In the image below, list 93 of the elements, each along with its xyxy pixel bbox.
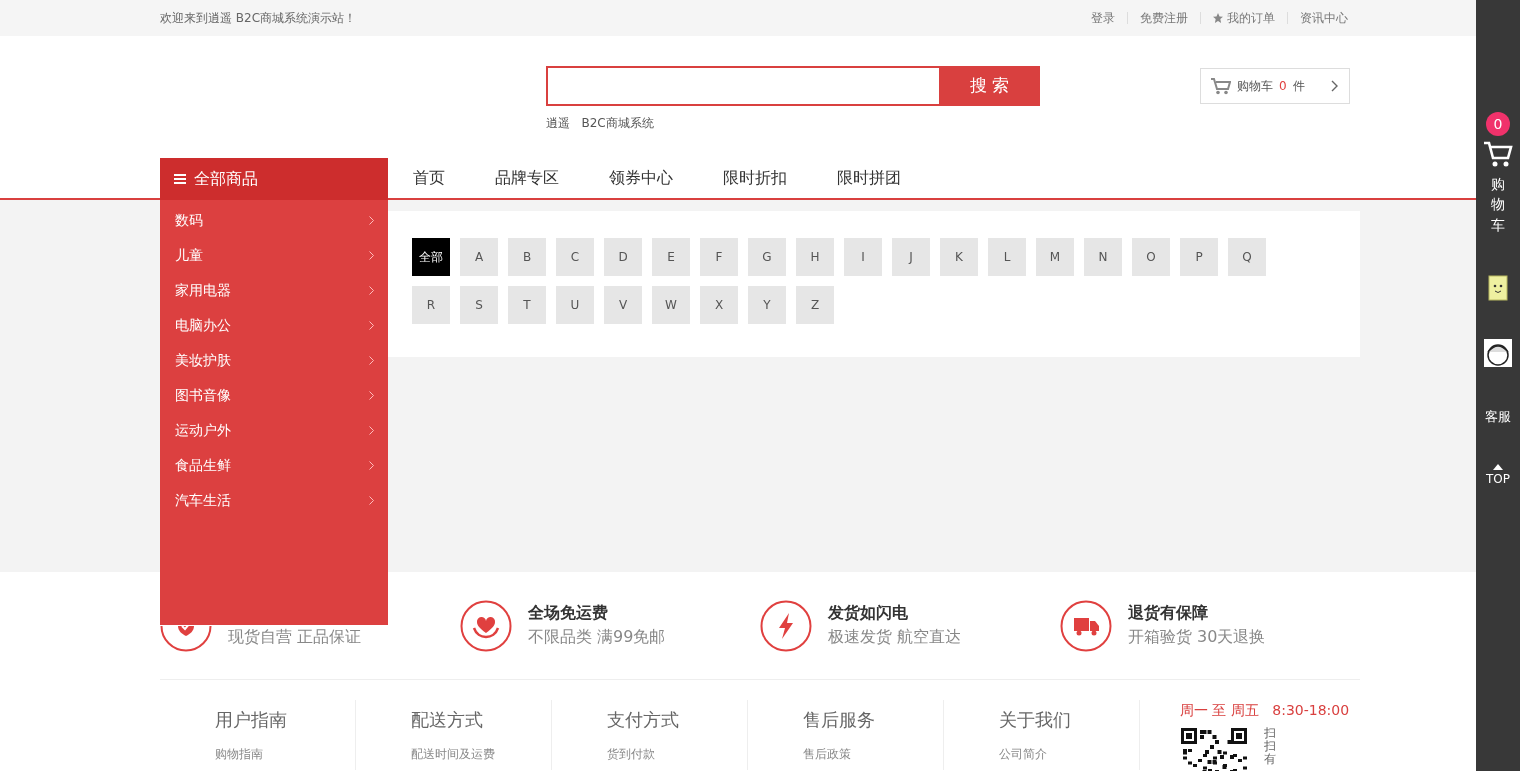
footer-heading: 关于我们 [999, 708, 1072, 732]
nav-link[interactable]: 领券中心 [609, 158, 673, 198]
truck-icon [1060, 599, 1112, 652]
footer-link[interactable]: 售后政策 [803, 745, 943, 763]
category-item[interactable]: 数码 [160, 203, 388, 238]
feature-subtitle: 现货自营 正品保证 [228, 625, 362, 648]
chevron-icon [369, 251, 374, 260]
heart-hands-icon [460, 599, 512, 652]
letter-filter-button[interactable]: B [508, 238, 546, 276]
category-item[interactable]: 食品生鲜 [160, 448, 388, 483]
footer-link[interactable]: 货到付款 [607, 745, 747, 763]
letter-filter-button[interactable]: X [700, 286, 738, 324]
letter-filter-button[interactable]: U [556, 286, 594, 324]
back-to-top-button[interactable]: TOP [1486, 464, 1510, 489]
letter-filter-button[interactable]: M [1036, 238, 1074, 276]
chevron-icon [369, 496, 374, 505]
footer-heading: 用户指南 [215, 708, 288, 732]
chevron-icon [369, 426, 374, 435]
nav-link[interactable]: 首页 [413, 158, 445, 198]
nav-link[interactable]: 品牌专区 [495, 158, 559, 198]
letter-filter-button[interactable]: Z [796, 286, 834, 324]
cart-icon [1211, 77, 1231, 95]
top-link[interactable]: 免费注册 [1127, 12, 1200, 24]
letter-filter-button[interactable]: Y [748, 286, 786, 324]
lightning-icon [760, 599, 812, 652]
qr-caption: 扫扫有 [1264, 727, 1276, 769]
search-field[interactable] [546, 66, 939, 106]
letter-filter-button[interactable]: 全部 [412, 238, 450, 276]
letter-filter-button[interactable]: I [844, 238, 882, 276]
side-cart-label[interactable]: 购物车 [1491, 174, 1505, 235]
category-item[interactable]: 汽车生活 [160, 483, 388, 518]
cart-icon [1483, 140, 1513, 168]
letter-filter-button[interactable]: E [652, 238, 690, 276]
footer-link[interactable]: 配送时间及运费 [411, 745, 551, 763]
letter-filter-button[interactable]: V [604, 286, 642, 324]
service-hours: 周一 至 周五 8:30-18:00 [1180, 701, 1350, 720]
search-hint: 逍遥 B2C商城系统 [546, 115, 654, 132]
letter-filter-button[interactable]: W [652, 286, 690, 324]
top-link[interactable]: 我的订单 [1200, 12, 1287, 24]
arrow-up-icon [1493, 464, 1503, 471]
top-link[interactable]: 资讯中心 [1287, 12, 1360, 24]
letter-filter-button[interactable]: N [1084, 238, 1122, 276]
category-item[interactable]: 家用电器 [160, 273, 388, 308]
letter-filter-button[interactable]: L [988, 238, 1026, 276]
chevron-icon [369, 391, 374, 400]
category-menu-header[interactable]: 全部商品 [160, 158, 388, 200]
welcome-text: 欢迎来到逍遥 B2C商城系统演示站！ [160, 10, 357, 27]
chevron-icon [369, 216, 374, 225]
chevron-icon [1331, 80, 1339, 92]
chevron-icon [369, 356, 374, 365]
nav-link[interactable]: 限时折扣 [723, 158, 787, 198]
chevron-icon [369, 286, 374, 295]
category-item[interactable]: 图书音像 [160, 378, 388, 413]
footer-heading: 售后服务 [803, 708, 876, 732]
cart-count-badge: 0 [1486, 112, 1510, 136]
letter-filter-button[interactable]: C [556, 238, 594, 276]
feature-subtitle: 不限品类 满99免邮 [528, 625, 666, 648]
letter-filter-button[interactable]: T [508, 286, 546, 324]
chevron-icon [369, 321, 374, 330]
letter-filter-button[interactable]: A [460, 238, 498, 276]
category-item[interactable]: 运动户外 [160, 413, 388, 448]
category-item[interactable]: 美妆护肤 [160, 343, 388, 378]
nav-link[interactable]: 限时拼团 [837, 158, 901, 198]
feature-title: 发货如闪电 [828, 601, 909, 624]
letter-filter-button[interactable]: G [748, 238, 786, 276]
smiley-icon [1488, 274, 1508, 301]
letter-filter-button[interactable]: P [1180, 238, 1218, 276]
category-item[interactable]: 儿童 [160, 238, 388, 273]
letter-filter-button[interactable]: H [796, 238, 834, 276]
cart-button[interactable]: 购物车 0 件 [1200, 68, 1350, 104]
letter-filter-button[interactable]: K [940, 238, 978, 276]
search-button[interactable]: 搜 索 [939, 66, 1040, 106]
letter-filter-button[interactable]: J [892, 238, 930, 276]
feature-subtitle: 开箱验货 30天退换 [1128, 625, 1266, 648]
footer-link[interactable]: 购物指南 [215, 745, 355, 763]
feature-title: 退货有保障 [1128, 601, 1209, 624]
letter-filter-button[interactable]: D [604, 238, 642, 276]
footer-heading: 配送方式 [411, 708, 484, 732]
letter-filter-button[interactable]: S [460, 286, 498, 324]
feature-subtitle: 极速发货 航空直达 [828, 625, 962, 648]
letter-filter-button[interactable]: Q [1228, 238, 1266, 276]
letter-filter-button[interactable]: F [700, 238, 738, 276]
customer-service-label[interactable]: 客服 [1485, 406, 1511, 427]
footer-link[interactable]: 公司简介 [999, 745, 1139, 763]
feature-title: 全场免运费 [528, 601, 609, 624]
letter-filter-button[interactable]: O [1132, 238, 1170, 276]
category-item[interactable]: 电脑办公 [160, 308, 388, 343]
avatar-icon [1484, 338, 1512, 367]
top-link[interactable]: 登录 [1079, 12, 1127, 24]
letter-filter-button[interactable]: R [412, 286, 450, 324]
footer-heading: 支付方式 [607, 708, 680, 732]
chevron-icon [369, 461, 374, 470]
menu-icon [174, 173, 186, 185]
